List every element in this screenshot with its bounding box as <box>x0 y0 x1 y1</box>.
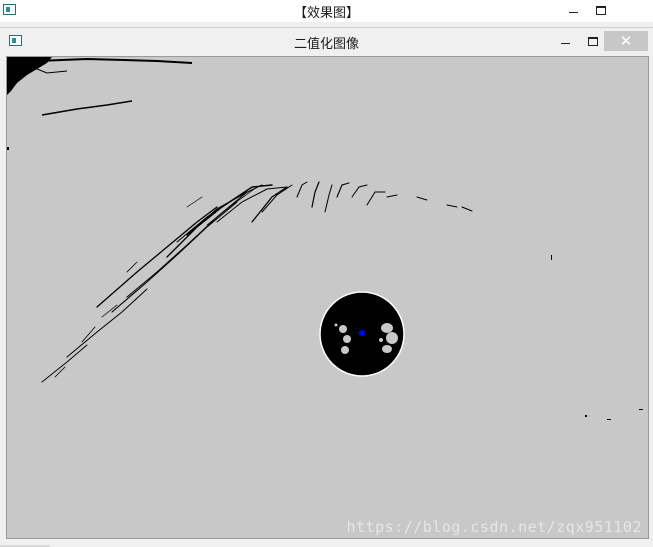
pupil <box>319 291 405 377</box>
inner-minimize-button[interactable] <box>554 31 576 51</box>
inner-maximize-button[interactable] <box>582 31 604 51</box>
eyelash-stroke <box>41 100 133 116</box>
app-icon <box>9 35 22 46</box>
eyelash-blob <box>7 57 52 95</box>
eyebrow-strokes <box>41 181 473 383</box>
inner-close-button[interactable]: ✕ <box>604 31 648 51</box>
inner-titlebar[interactable]: 二值化图像 ✕ <box>0 28 653 54</box>
app-icon <box>3 4 16 15</box>
binary-image-canvas: https://blog.csdn.net/zqx951102 <box>6 56 649 539</box>
eyelash-stroke <box>36 57 193 64</box>
outer-maximize-button[interactable] <box>590 0 612 20</box>
binary-image <box>7 57 643 420</box>
noise-specks <box>7 147 643 420</box>
watermark-text: https://blog.csdn.net/zqx951102 <box>346 518 642 536</box>
outer-window-title: 【效果图】 <box>293 6 359 21</box>
outer-window: 【效果图】 二值化图像 ✕ https://blog.csdn.net/zqx9… <box>0 0 653 547</box>
outer-minimize-button[interactable] <box>562 0 584 20</box>
inner-window: 二值化图像 ✕ https://blog.csdn.net/zqx951102 <box>0 27 653 547</box>
pupil-center-marker <box>359 330 365 336</box>
outer-titlebar[interactable]: 【效果图】 <box>0 0 653 22</box>
